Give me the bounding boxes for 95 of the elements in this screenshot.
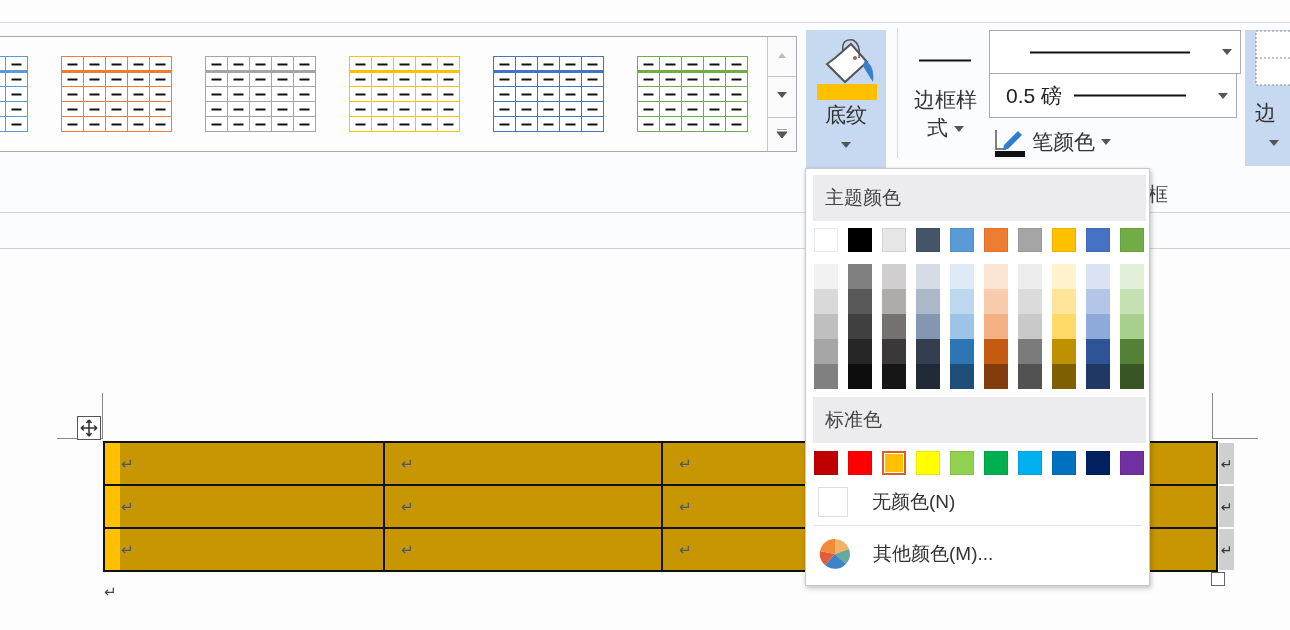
- color-swatch[interactable]: [1018, 364, 1042, 389]
- color-swatch[interactable]: [1120, 314, 1144, 339]
- resize-handle[interactable]: [1211, 572, 1225, 586]
- color-swatch[interactable]: [916, 289, 940, 314]
- color-swatch[interactable]: [1018, 264, 1042, 289]
- row-end-mark: ↵: [1219, 486, 1234, 527]
- color-swatch[interactable]: [814, 314, 838, 339]
- table-style-thumbnail[interactable]: [349, 54, 460, 134]
- shading-button[interactable]: 底纹: [806, 30, 886, 168]
- table-cell: ↵: [385, 443, 661, 484]
- table-cell: ↵: [105, 486, 383, 527]
- color-swatch[interactable]: [882, 451, 906, 475]
- color-swatch[interactable]: [950, 314, 974, 339]
- scroll-down-button[interactable]: [768, 77, 796, 118]
- table-cell: ↵: [105, 443, 383, 484]
- color-swatch[interactable]: [1086, 289, 1110, 314]
- line-weight-dropdown[interactable]: 0.5 磅: [989, 74, 1237, 118]
- caret-icon: [953, 126, 964, 133]
- color-swatch[interactable]: [916, 314, 940, 339]
- caret-icon: [1269, 140, 1279, 146]
- caret-icon: [1101, 139, 1111, 145]
- row-end-mark: ↵: [1219, 443, 1234, 484]
- caret-icon: [841, 142, 851, 148]
- color-swatch[interactable]: [1018, 314, 1042, 339]
- pen-color-button[interactable]: 笔颜色: [989, 126, 1241, 158]
- color-swatch[interactable]: [950, 364, 974, 389]
- color-swatch[interactable]: [916, 339, 940, 364]
- color-swatch[interactable]: [1120, 364, 1144, 389]
- color-swatch[interactable]: [814, 339, 838, 364]
- shading-label: 底纹: [825, 102, 867, 128]
- color-swatch[interactable]: [882, 364, 906, 389]
- color-swatch[interactable]: [1086, 314, 1110, 339]
- pen-icon: [994, 127, 1026, 157]
- color-swatch[interactable]: [1052, 289, 1076, 314]
- color-swatch[interactable]: [1052, 339, 1076, 364]
- table-style-thumbnail[interactable]: [493, 54, 604, 134]
- solid-line-icon: [1030, 50, 1190, 54]
- paragraph-mark: ↵: [104, 583, 117, 601]
- solid-line-icon: [1074, 94, 1187, 97]
- color-swatch[interactable]: [1086, 339, 1110, 364]
- no-color-swatch-icon: [818, 487, 848, 517]
- table-cell: ↵: [105, 529, 383, 570]
- move-handle-icon[interactable]: [77, 416, 101, 440]
- table-cell: ↵: [385, 529, 661, 570]
- color-swatch[interactable]: [1018, 289, 1042, 314]
- table-style-thumbnail[interactable]: [0, 54, 28, 134]
- caret-icon: [1218, 92, 1228, 99]
- color-swatch[interactable]: [916, 264, 940, 289]
- color-swatch[interactable]: [950, 264, 974, 289]
- color-swatch[interactable]: [882, 289, 906, 314]
- color-swatch[interactable]: [984, 339, 1008, 364]
- color-swatch[interactable]: [814, 289, 838, 314]
- color-swatch[interactable]: [814, 264, 838, 289]
- table-cell: ↵: [385, 486, 661, 527]
- table-style-thumbnail[interactable]: [637, 54, 748, 134]
- color-swatch[interactable]: [848, 314, 872, 339]
- color-swatch[interactable]: [950, 289, 974, 314]
- standard-colors-header: 标准色: [813, 397, 1146, 443]
- color-swatch[interactable]: [1086, 364, 1110, 389]
- color-swatch[interactable]: [984, 264, 1008, 289]
- border-style-button[interactable]: 边框样式: [909, 86, 981, 142]
- color-swatch[interactable]: [1120, 339, 1144, 364]
- color-swatch[interactable]: [848, 339, 872, 364]
- line-style-icon: [919, 59, 971, 62]
- color-swatch[interactable]: [882, 264, 906, 289]
- color-swatch[interactable]: [848, 289, 872, 314]
- color-swatch[interactable]: [1052, 364, 1076, 389]
- color-swatch[interactable]: [1086, 264, 1110, 289]
- color-swatch[interactable]: [1120, 289, 1144, 314]
- line-style-dropdown[interactable]: [989, 30, 1241, 74]
- theme-colors-header: 主题颜色: [813, 175, 1146, 221]
- color-swatch[interactable]: [950, 339, 974, 364]
- expand-icon: [777, 129, 787, 140]
- color-wheel-icon: [819, 538, 851, 570]
- color-swatch[interactable]: [882, 314, 906, 339]
- color-swatch[interactable]: [984, 289, 1008, 314]
- color-swatch[interactable]: [1018, 339, 1042, 364]
- color-swatch[interactable]: [1052, 314, 1076, 339]
- color-swatch[interactable]: [984, 314, 1008, 339]
- color-swatch[interactable]: [848, 364, 872, 389]
- color-swatch[interactable]: [814, 364, 838, 389]
- color-swatch[interactable]: [916, 364, 940, 389]
- color-swatch[interactable]: [1120, 264, 1144, 289]
- borders-label: 边: [1255, 100, 1276, 126]
- borders-button[interactable]: 边: [1245, 30, 1290, 166]
- group-label: 框: [1148, 183, 1168, 205]
- table-style-thumbnail[interactable]: [205, 54, 316, 134]
- gallery-more-button[interactable]: [768, 117, 796, 151]
- row-end-mark: ↵: [1219, 529, 1234, 570]
- color-swatch[interactable]: [1052, 264, 1076, 289]
- caret-icon: [1222, 49, 1232, 55]
- color-swatch[interactable]: [984, 364, 1008, 389]
- color-swatch[interactable]: [882, 339, 906, 364]
- color-swatch[interactable]: [848, 264, 872, 289]
- table-style-thumbnail[interactable]: [61, 54, 172, 134]
